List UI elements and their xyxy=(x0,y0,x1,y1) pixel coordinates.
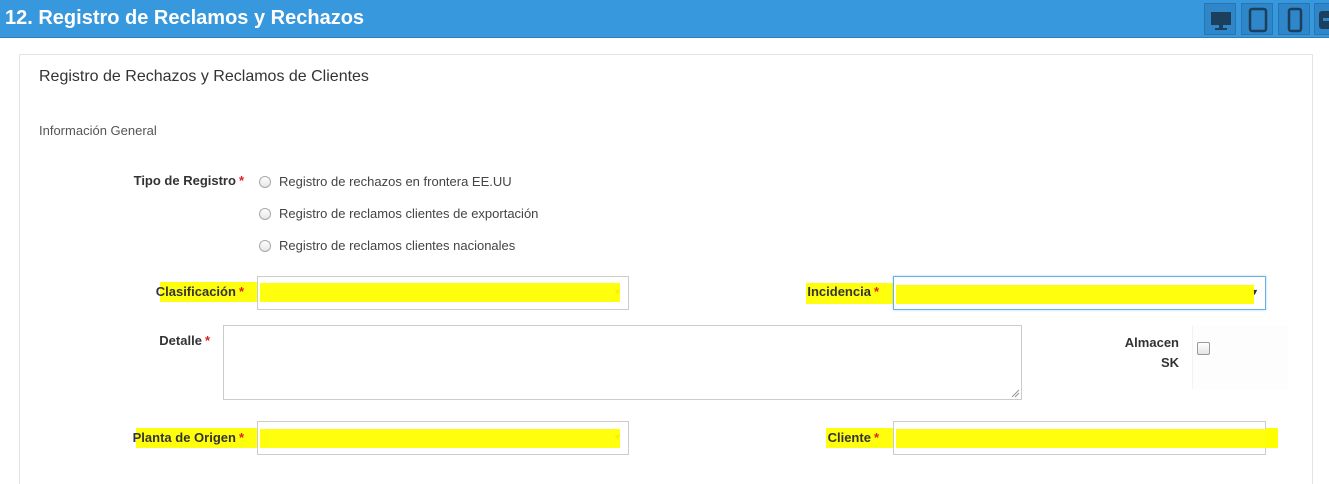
radio-option-label: Registro de reclamos clientes nacionales xyxy=(279,238,516,253)
mobile-icon xyxy=(1287,7,1303,33)
tablet-view-button[interactable] xyxy=(1241,3,1273,35)
almacen-label: Almacen SK xyxy=(1124,335,1179,370)
planta-origen-label: Planta de Origen * xyxy=(132,430,244,445)
radio-option-label: Registro de reclamos clientes de exporta… xyxy=(279,206,539,221)
almacen-area xyxy=(1192,325,1288,389)
page-title: 12. Registro de Reclamos y Rechazos xyxy=(5,7,365,29)
mobile-view-button[interactable] xyxy=(1278,3,1310,35)
tablet-icon xyxy=(1248,7,1268,33)
collapse-icon xyxy=(1319,11,1329,29)
resize-grip-icon[interactable] xyxy=(1011,389,1020,398)
radio-option-label: Registro de rechazos en frontera EE.UU xyxy=(279,174,512,189)
radio-button[interactable] xyxy=(259,208,271,220)
desktop-view-button[interactable] xyxy=(1204,3,1236,35)
incidencia-label: Incidencia * xyxy=(807,284,879,299)
section-title: Información General xyxy=(39,123,157,138)
form-panel xyxy=(19,54,1313,484)
highlight-mark xyxy=(896,285,1254,304)
collapse-button[interactable] xyxy=(1314,3,1329,35)
clasificacion-label: Clasificación * xyxy=(155,284,244,299)
almacen-sk-checkbox[interactable] xyxy=(1197,342,1210,355)
desktop-icon xyxy=(1211,12,1231,30)
highlight-mark xyxy=(260,283,620,302)
highlight-mark xyxy=(260,429,620,448)
page-header: 12. Registro de Reclamos y Rechazos xyxy=(0,0,1329,38)
radio-button[interactable] xyxy=(259,240,271,252)
radio-button[interactable] xyxy=(259,176,271,188)
tipo-registro-label: Tipo de Registro * xyxy=(133,173,244,188)
detalle-label: Detalle * xyxy=(159,333,210,348)
cliente-label: Cliente * xyxy=(827,430,879,445)
panel-title: Registro de Rechazos y Reclamos de Clien… xyxy=(39,68,369,85)
highlight-mark xyxy=(896,429,1278,448)
detalle-textarea[interactable] xyxy=(223,325,1022,400)
